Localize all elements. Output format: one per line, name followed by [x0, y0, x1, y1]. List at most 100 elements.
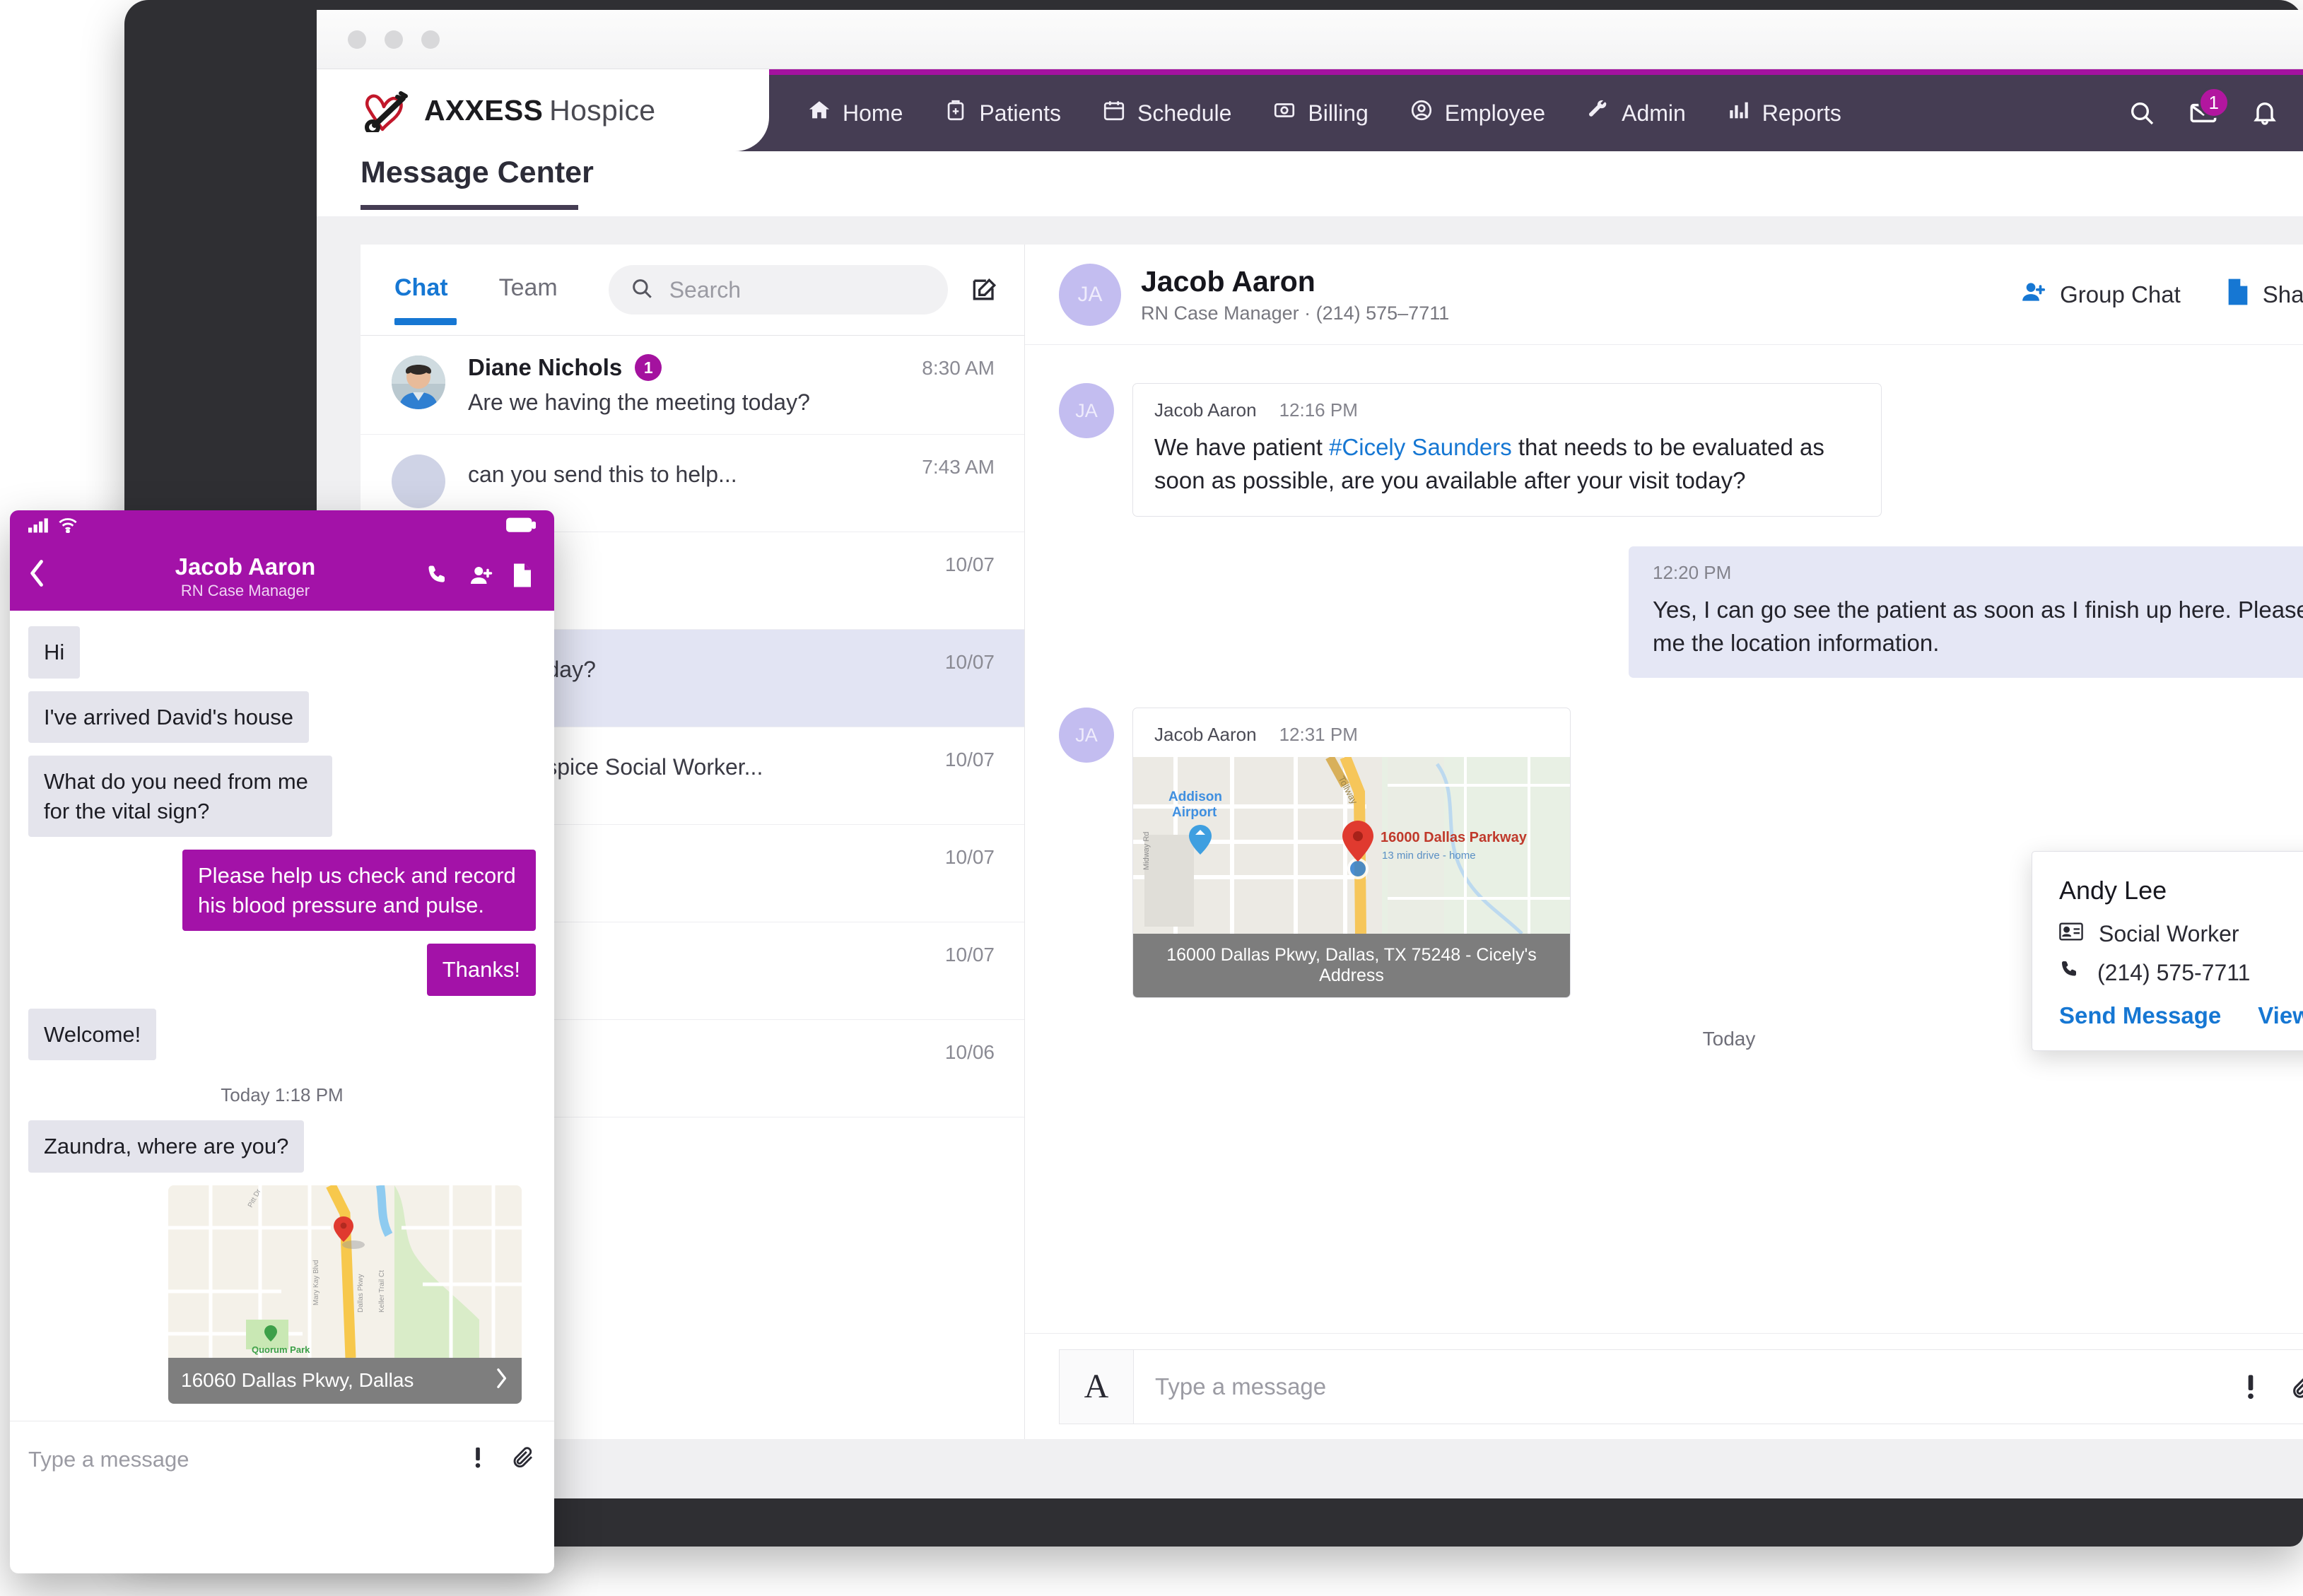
bell-icon[interactable]: [2251, 99, 2279, 127]
svg-text:13 min drive - home: 13 min drive - home: [1382, 850, 1476, 862]
message-time: 12:16 PM: [1279, 399, 1358, 421]
tab-chat[interactable]: Chat: [394, 274, 448, 306]
page-title: Message Center: [361, 156, 594, 189]
window-close-dot[interactable]: [348, 30, 366, 49]
mobile-device-overlay: Jacob Aaron RN Case Manager Hi I've arri…: [10, 510, 554, 1573]
nav-label: Schedule: [1137, 100, 1232, 126]
conversation-contact-name: Jacob Aaron: [1141, 264, 1315, 298]
svg-text:Addison: Addison: [1168, 790, 1222, 804]
mobile-message-input[interactable]: Type a message: [28, 1447, 445, 1472]
conversation-header: JA Jacob Aaron RN Case Manager · (214) 5…: [1025, 245, 2303, 345]
chat-list-row[interactable]: Diane Nichols 1 Are we having the meetin…: [361, 336, 1024, 435]
search-input[interactable]: Search: [608, 265, 948, 315]
nav-right-tools: 1 Zaun: [2128, 87, 2303, 134]
conversation-actions: Group Chat Shared Files: [2020, 278, 2303, 312]
svg-text:Airport: Airport: [1172, 805, 1217, 820]
message-sender: Jacob Aaron: [1154, 399, 1257, 421]
message-input[interactable]: Type a message: [1134, 1349, 2303, 1424]
nav-item-reports[interactable]: Reports: [1727, 98, 1841, 128]
nav-label: Home: [843, 100, 903, 126]
window-maximize-dot[interactable]: [421, 30, 440, 49]
chat-row-time: 10/07: [944, 846, 995, 868]
shared-files-button[interactable]: Shared Files: [2226, 278, 2303, 312]
chat-row-body: Diane Nichols 1 Are we having the meetin…: [468, 354, 995, 416]
chat-row-time: 10/07: [944, 749, 995, 770]
search-icon[interactable]: [2128, 99, 2156, 127]
message-incoming: JA Jacob Aaron 12:16 PM We have patient …: [1059, 383, 2303, 517]
nav-item-schedule[interactable]: Schedule: [1102, 98, 1231, 128]
search-icon: [630, 276, 654, 304]
svg-text:Quorum Park: Quorum Park: [252, 1344, 310, 1355]
message-meta: 12:20 PM: [1653, 562, 2303, 584]
chevron-right-icon: [493, 1368, 509, 1394]
mail-icon[interactable]: 1: [2188, 87, 2229, 128]
popover-contact-name: Andy Lee: [2059, 876, 2167, 905]
file-icon[interactable]: [512, 562, 533, 592]
nav-label: Patients: [979, 100, 1061, 126]
conversation-messages: JA Jacob Aaron 12:16 PM We have patient …: [1025, 345, 2303, 1333]
priority-icon[interactable]: [2240, 1373, 2261, 1401]
add-user-icon[interactable]: [468, 563, 495, 592]
message-meta: Jacob Aaron 12:16 PM: [1154, 399, 1860, 421]
nav-item-patients[interactable]: Patients: [944, 98, 1061, 128]
message-time: 12:20 PM: [1653, 561, 1732, 583]
message-center: Chat Team Search Diane Nichols 1 Are we …: [361, 245, 2303, 1439]
map-caption: 16000 Dallas Pkwy, Dallas, TX 75248 - Ci…: [1133, 934, 1570, 998]
nav-label: Employee: [1444, 100, 1546, 126]
popover-phone: (214) 575-7711: [2097, 959, 2251, 985]
avatar: JA: [1059, 263, 1121, 326]
wifi-icon: [58, 517, 78, 536]
brand-logo[interactable]: AXXESS Hospice: [317, 69, 769, 151]
mobile-map-caption-bar[interactable]: 16060 Dallas Pkwy, Dallas: [168, 1357, 522, 1404]
group-chat-button[interactable]: Group Chat: [2020, 278, 2181, 311]
tab-active-underline: [394, 318, 457, 325]
compose-message-button[interactable]: [969, 274, 1000, 305]
mobile-map-image[interactable]: Quorum Park Mary Kay Blvd Dallas Pkwy Ke…: [168, 1185, 522, 1358]
nav-item-home[interactable]: Home: [807, 98, 903, 128]
priority-icon[interactable]: [469, 1445, 486, 1473]
chat-row-time: 10/07: [944, 553, 995, 575]
send-message-link[interactable]: Send Message: [2059, 1002, 2221, 1029]
svg-text:Mary Kay Blvd: Mary Kay Blvd: [312, 1260, 320, 1305]
nav-item-billing[interactable]: Billing: [1272, 98, 1369, 128]
nav-item-admin[interactable]: Admin: [1586, 98, 1686, 128]
app-header: Home Patients Schedule Billing Employee …: [317, 69, 2303, 151]
mobile-message-outgoing-wrap: Please help us check and record his bloo…: [28, 850, 536, 932]
message-input-placeholder: Type a message: [1155, 1373, 1327, 1400]
message-text-before: We have patient: [1154, 434, 1330, 460]
mobile-day-separator: Today 1:18 PM: [221, 1084, 344, 1106]
format-text-button[interactable]: A: [1059, 1349, 1134, 1424]
screenshot-stage: Home Patients Schedule Billing Employee …: [0, 0, 2303, 1596]
attachment-icon[interactable]: [510, 1445, 536, 1474]
map-preview-image[interactable]: Addison Airport Tollway Midway Rd 16000 …: [1133, 757, 1570, 934]
popover-phone-row: (214) 575-7711: [2059, 958, 2303, 987]
window-minimize-dot[interactable]: [385, 30, 403, 49]
desktop-screen: Home Patients Schedule Billing Employee …: [317, 10, 2303, 1498]
chat-row-name: Diane Nichols: [468, 354, 623, 380]
mobile-status-left: [28, 517, 78, 536]
nav-item-employee[interactable]: Employee: [1410, 98, 1545, 128]
mobile-message-list: Hi I've arrived David's house What do yo…: [10, 611, 554, 1421]
phone-call-icon[interactable]: [426, 563, 451, 592]
chat-row-body: can you send this to help...: [468, 453, 995, 488]
mobile-message-outgoing: Thanks!: [426, 944, 536, 996]
page-title-underline: [361, 205, 578, 210]
patients-icon: [944, 98, 968, 128]
patient-tag-link[interactable]: #Cicely Saunders: [1329, 434, 1512, 460]
view-profile-link[interactable]: View Profile: [2258, 1002, 2303, 1029]
tab-team[interactable]: Team: [499, 274, 558, 306]
back-icon[interactable]: [28, 558, 65, 596]
mobile-message-incoming: Zaundra, where are you?: [28, 1120, 305, 1173]
svg-text:Midway Rd: Midway Rd: [1142, 832, 1151, 870]
mobile-composer: Type a message: [10, 1421, 554, 1497]
message-text: We have patient #Cicely Saunders that ne…: [1154, 431, 1860, 498]
home-icon: [807, 98, 831, 128]
mobile-map-card[interactable]: Quorum Park Mary Kay Blvd Dallas Pkwy Ke…: [168, 1185, 522, 1404]
popover-links: Send Message View Profile: [2059, 1002, 2303, 1029]
attachment-icon[interactable]: [2290, 1373, 2303, 1401]
message-meta: Jacob Aaron 12:31 PM: [1133, 708, 1570, 757]
map-message-card[interactable]: Jacob Aaron 12:31 PM Addison Airport Tol…: [1132, 708, 1571, 999]
chat-row-time: 7:43 AM: [922, 456, 995, 478]
calendar-icon: [1102, 98, 1126, 128]
message-outgoing: 12:20 PM Yes, I can go see the patient a…: [1059, 546, 2303, 679]
